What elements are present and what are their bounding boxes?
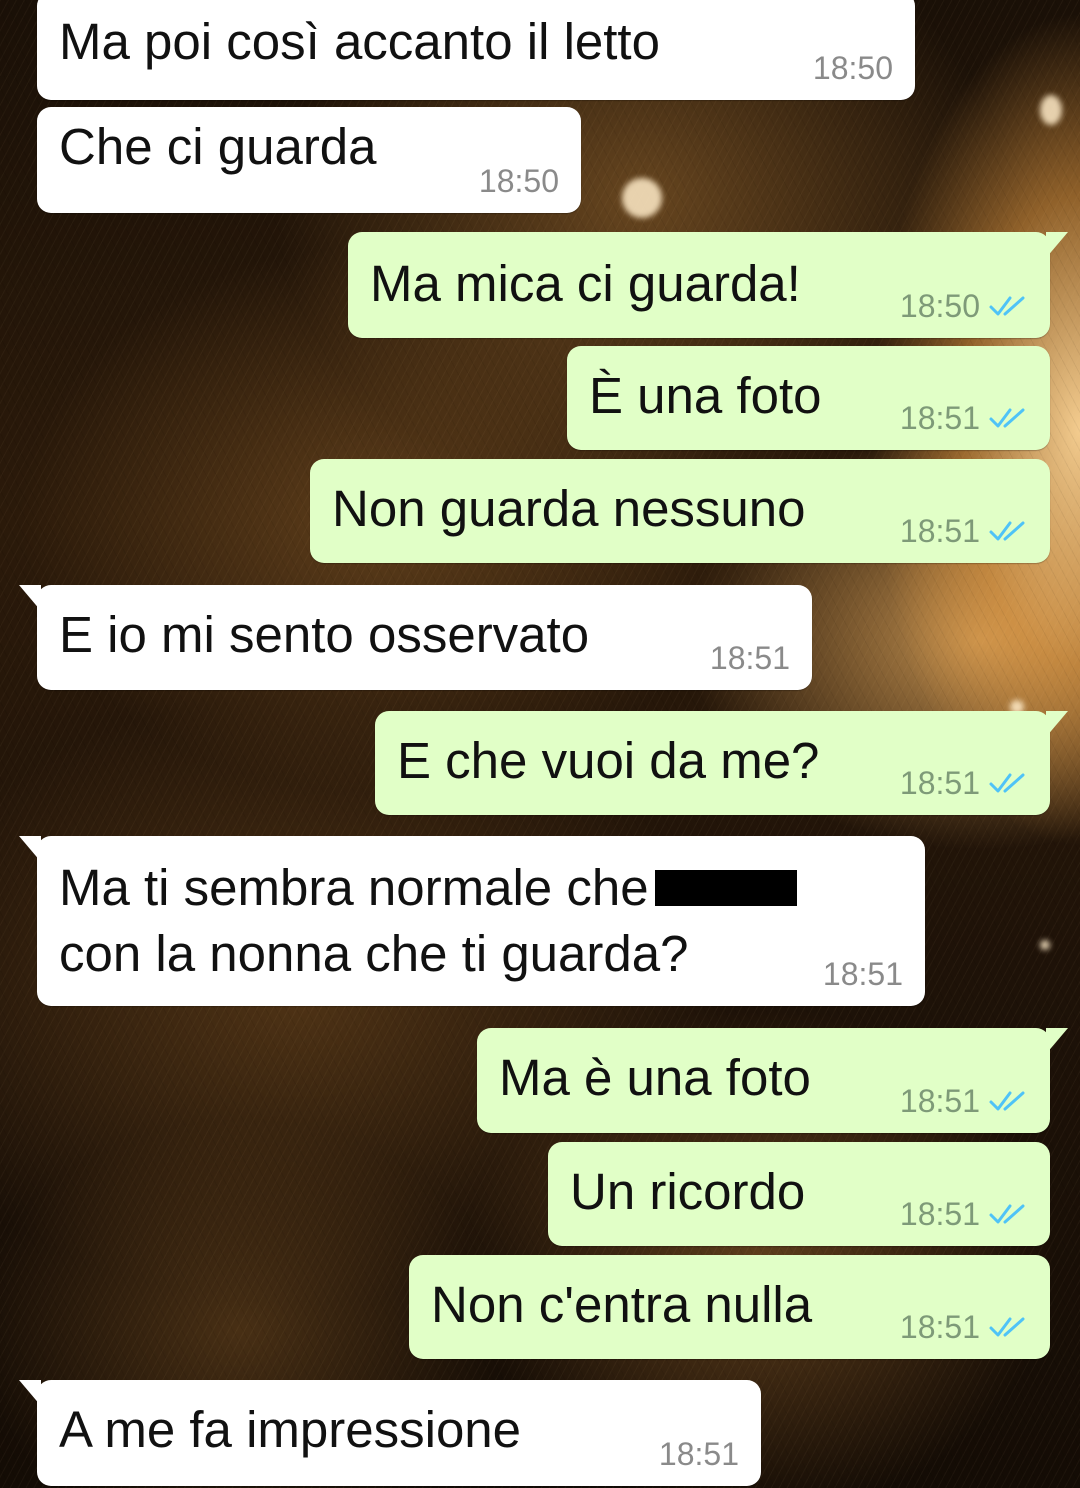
- message-text: Ma poi così accanto il letto: [59, 13, 660, 70]
- message-bubble-incoming[interactable]: Ma ti sembra normale che con la nonna ch…: [19, 836, 925, 1006]
- message-bubble-outgoing[interactable]: Ma mica ci guarda! 18:50: [348, 232, 1068, 338]
- message-text: Ma è una foto: [499, 1049, 811, 1106]
- message-time: 18:50: [478, 163, 559, 199]
- message-text: A me fa impressione: [59, 1401, 522, 1458]
- message-time: 18:51: [899, 1196, 980, 1232]
- message-text: Un ricordo: [570, 1163, 806, 1220]
- message-time: 18:51: [899, 765, 980, 801]
- message-meta: 18:51: [823, 956, 903, 992]
- message-text: Non c'entra nulla: [431, 1276, 813, 1333]
- message-meta: 18:51: [659, 1436, 739, 1472]
- message-bubble-outgoing[interactable]: Un ricordo 18:51: [548, 1142, 1050, 1246]
- message-bubble-incoming[interactable]: A me fa impressione 18:51: [19, 1380, 761, 1486]
- message-bubble-outgoing[interactable]: E che vuoi da me? 18:51: [375, 711, 1068, 815]
- double-check-icon: [989, 408, 1025, 428]
- message-time: 18:51: [899, 1083, 980, 1119]
- message-meta: 18:51: [900, 513, 1028, 549]
- message-meta: 18:51: [900, 1083, 1028, 1119]
- message-meta: 18:50: [479, 163, 559, 199]
- message-meta: 18:51: [900, 400, 1028, 436]
- message-meta: 18:51: [710, 640, 790, 676]
- double-check-icon: [989, 773, 1025, 793]
- message-bubble-outgoing[interactable]: Non guarda nessuno 18:51: [310, 459, 1050, 563]
- message-text: E io mi sento osservato: [59, 606, 590, 663]
- message-time: 18:50: [812, 50, 893, 86]
- message-text: Che ci guarda: [59, 118, 377, 175]
- double-check-icon: [989, 1204, 1025, 1224]
- message-bubble-outgoing[interactable]: Ma è una foto 18:51: [477, 1028, 1068, 1133]
- double-check-icon: [989, 521, 1025, 541]
- message-bubble-outgoing[interactable]: Non c'entra nulla 18:51: [409, 1255, 1050, 1359]
- message-text: E che vuoi da me?: [397, 732, 820, 789]
- redacted-word: [654, 869, 797, 906]
- message-bubble-incoming[interactable]: Che ci guarda 18:50: [37, 107, 581, 213]
- message-time: 18:51: [658, 1436, 739, 1472]
- message-meta: 18:51: [900, 1309, 1028, 1345]
- message-meta: 18:51: [900, 765, 1028, 801]
- message-meta: 18:51: [900, 1196, 1028, 1232]
- message-text-line-2: con la nonna che ti guarda?: [59, 925, 689, 982]
- message-list: Ma poi così accanto il letto 18:50 Che c…: [0, 0, 1080, 1488]
- message-text: È una foto: [589, 367, 822, 424]
- message-meta: 18:50: [813, 50, 893, 86]
- message-time: 18:51: [822, 956, 903, 992]
- double-check-icon: [989, 1091, 1025, 1111]
- message-time: 18:51: [709, 640, 790, 676]
- message-text-line-1: Ma ti sembra normale che: [59, 856, 797, 920]
- double-check-icon: [989, 1317, 1025, 1337]
- message-time: 18:51: [899, 513, 980, 549]
- message-bubble-incoming[interactable]: Ma poi così accanto il letto 18:50: [37, 0, 915, 100]
- message-bubble-incoming[interactable]: E io mi sento osservato 18:51: [19, 585, 812, 690]
- message-time: 18:51: [899, 400, 980, 436]
- message-text: Ma mica ci guarda!: [370, 255, 801, 312]
- message-text: Ma ti sembra normale che: [59, 859, 649, 916]
- message-bubble-outgoing[interactable]: È una foto 18:51: [567, 346, 1050, 450]
- message-meta: 18:50: [900, 288, 1028, 324]
- message-text: Non guarda nessuno: [332, 480, 806, 537]
- double-check-icon: [989, 296, 1025, 316]
- message-time: 18:50: [899, 288, 980, 324]
- message-time: 18:51: [899, 1309, 980, 1345]
